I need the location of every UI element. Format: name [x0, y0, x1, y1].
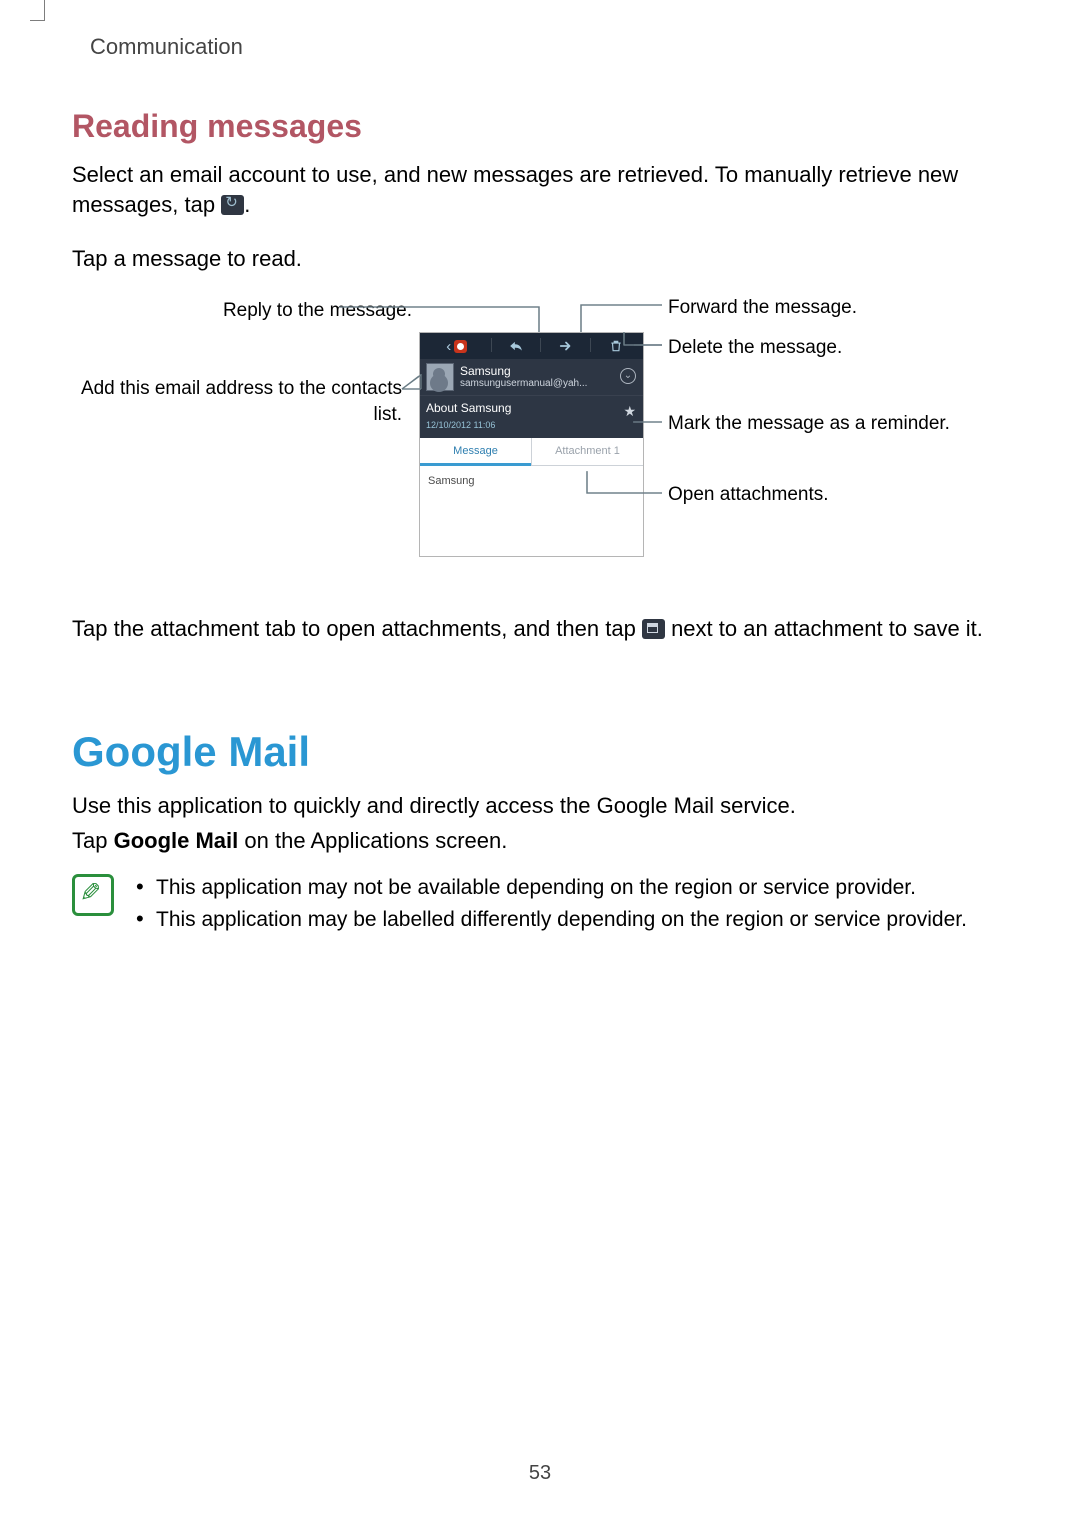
save-icon [642, 619, 665, 639]
app-badge-icon [454, 340, 467, 353]
tab-message[interactable]: Message [420, 438, 531, 465]
delete-button[interactable] [592, 333, 639, 359]
gmail-para2: Tap Google Mail on the Applications scre… [72, 826, 1008, 856]
crop-mark-v [44, 0, 45, 20]
paragraph-refresh: Select an email account to use, and new … [72, 160, 1008, 219]
callout-open-attachments: Open attachments. [668, 482, 829, 508]
gmail-p2-before: Tap [72, 828, 114, 853]
date-text: 12/10/2012 11:06 [426, 419, 637, 431]
page-number: 53 [0, 1460, 1080, 1487]
callout-add-contact: Add this email address to the contacts l… [72, 376, 402, 427]
page-root: Communication Reading messages Select an… [0, 0, 1080, 1527]
sender-row[interactable]: Samsung samsungusermanual@yah... ⌄ [420, 359, 643, 395]
reply-button[interactable] [493, 333, 540, 359]
gmail-p2-after: on the Applications screen. [238, 828, 507, 853]
sender-text: Samsung samsungusermanual@yah... [460, 365, 587, 390]
section-heading: Reading messages [72, 105, 1008, 148]
chevron-left-icon: ‹ [446, 339, 451, 354]
para1-after: . [244, 192, 250, 217]
note-item: This application may not be available de… [132, 874, 967, 902]
crop-mark-h [30, 20, 45, 21]
callout-delete: Delete the message. [668, 335, 842, 361]
running-head: Communication [90, 32, 243, 62]
note-item: This application may be labelled differe… [132, 906, 967, 934]
refresh-icon [221, 195, 244, 215]
content-area: Reading messages Select an email account… [72, 0, 1008, 939]
phone-toolbar: ‹ [420, 333, 643, 359]
phone-tabs: Message Attachment 1 [420, 438, 643, 466]
callout-forward: Forward the message. [668, 295, 857, 321]
major-heading: Google Mail [72, 724, 1008, 781]
message-body: Samsung [420, 466, 643, 497]
forward-icon [559, 339, 573, 353]
gmail-p2-bold: Google Mail [114, 828, 239, 853]
annotated-figure: ‹ S [72, 298, 1008, 578]
para3-after: next to an attachment to save it. [665, 616, 983, 641]
reply-icon [509, 339, 523, 353]
callout-mark-reminder: Mark the message as a reminder. [668, 411, 950, 437]
back-combo: ‹ [446, 339, 467, 354]
expand-icon[interactable]: ⌄ [620, 368, 636, 384]
subject-row: About Samsung 12/10/2012 11:06 ★ [420, 395, 643, 437]
callout-reply: Reply to the message. [72, 298, 412, 324]
back-button[interactable]: ‹ [424, 333, 490, 359]
forward-button[interactable] [542, 333, 589, 359]
sender-email: samsungusermanual@yah... [460, 378, 587, 390]
gmail-para1: Use this application to quickly and dire… [72, 791, 1008, 821]
trash-icon [609, 339, 623, 353]
note-list: This application may not be available de… [132, 870, 967, 939]
para1-before: Select an email account to use, and new … [72, 162, 958, 217]
note-icon [72, 874, 114, 916]
para3-before: Tap the attachment tab to open attachmen… [72, 616, 642, 641]
star-icon[interactable]: ★ [623, 402, 636, 421]
avatar-icon [426, 363, 454, 391]
sender-name: Samsung [460, 365, 587, 379]
paragraph-save-attachment: Tap the attachment tab to open attachmen… [72, 614, 1008, 644]
paragraph-tap-read: Tap a message to read. [72, 244, 1008, 274]
subject-text: About Samsung [426, 400, 637, 416]
tab-attachment[interactable]: Attachment 1 [531, 438, 643, 465]
phone-screenshot: ‹ S [419, 332, 644, 557]
note-block: This application may not be available de… [72, 870, 1008, 939]
